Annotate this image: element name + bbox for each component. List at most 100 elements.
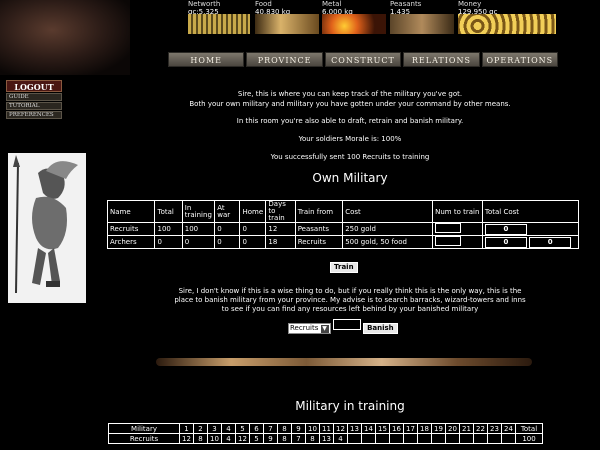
- cell-value: [347, 433, 362, 444]
- morale-text: Your soldiers Morale is: 100%: [298, 135, 402, 143]
- resource-label: Money: [458, 0, 482, 8]
- intro-line-2: Both your own military and military you …: [189, 100, 511, 108]
- cell-value: 8: [193, 433, 208, 444]
- header-cell: 18: [417, 423, 432, 434]
- header-cell: 13: [347, 423, 362, 434]
- cell-home: 0: [239, 222, 267, 236]
- header-cell: 11: [319, 423, 334, 434]
- peasants-icon: [390, 14, 454, 34]
- table-row: Archers 0 0 0 0 18 Recruits 500 gold, 50…: [106, 235, 580, 249]
- gold-coins-icon: [458, 14, 556, 34]
- cell-value: 12: [235, 433, 250, 444]
- own-military-table-wrap: Name Total In training At war Home Days …: [106, 200, 580, 249]
- header-cell: Train from: [294, 200, 344, 223]
- forge-fire-icon: [322, 14, 386, 34]
- header-cell: 9: [291, 423, 306, 434]
- cell-value: [473, 433, 488, 444]
- table-header: Military 1 2 3 4 5 6 7 8 9 10 11 12 13 14 15 16 17 18 19 20…: [108, 423, 543, 434]
- header-cell: Cost: [342, 200, 434, 223]
- cell-cost: 250 gold: [342, 222, 434, 236]
- own-military-title: Own Military: [100, 171, 600, 185]
- header-cell: 23: [487, 423, 502, 434]
- section-title: Military in training: [295, 399, 405, 413]
- header-cell: 8: [277, 423, 292, 434]
- cell-value: 8: [277, 433, 292, 444]
- training-table-wrap: Military 1 2 3 4 5 6 7 8 9 10 11 12 13 14 15 16 17 18 19 20…: [108, 423, 543, 444]
- menu-preferences[interactable]: PREFERENCES: [6, 111, 62, 119]
- side-menu: LOGOUT GUIDE TUTORIAL PREFERENCES: [6, 80, 62, 119]
- banner-artwork: [0, 0, 130, 75]
- resource-label: Peasants: [390, 0, 422, 8]
- header-cell: In training: [181, 200, 216, 223]
- training-title-wrap: Military in training: [100, 399, 600, 413]
- resource-label: Metal: [322, 0, 342, 8]
- nav-construct[interactable]: CONSTRUCT: [324, 52, 402, 67]
- table-row: Recruits 100 100 0 0 12 Peasants 250 gol…: [106, 222, 580, 236]
- num-to-train-input[interactable]: [435, 236, 462, 246]
- nav-province[interactable]: PROVINCE: [246, 52, 323, 67]
- header-cell: 16: [389, 423, 404, 434]
- header-cell: 3: [207, 423, 222, 434]
- train-button[interactable]: Train: [330, 262, 358, 273]
- total-cost-box: 0: [484, 236, 527, 248]
- num-to-train-cell: [432, 222, 483, 236]
- banish-controls: Recruits ▼ Banish: [288, 319, 398, 334]
- cell-name: Recruits: [108, 433, 180, 444]
- banish-unit-value: Recruits: [290, 324, 319, 332]
- banish-line-1: Sire, I don't know if this is a wise thi…: [178, 287, 522, 295]
- nav-home[interactable]: HOME: [168, 52, 245, 67]
- banish-button[interactable]: Banish: [363, 323, 398, 334]
- train-button-wrap: Train: [330, 262, 358, 273]
- header-cell: 19: [431, 423, 446, 434]
- cell-total: 100: [515, 433, 543, 444]
- banish-amount-input[interactable]: [332, 319, 361, 330]
- cell-value: [389, 433, 404, 444]
- cell-total: 0: [154, 235, 183, 249]
- cell-home: 0: [239, 235, 267, 249]
- cell-value: 10: [207, 433, 222, 444]
- resource-networth: Networth gc:5,325: [188, 0, 254, 36]
- resource-peasants: Peasants 1,435: [390, 0, 456, 36]
- warrior-illustration: [8, 153, 86, 303]
- cell-value: [501, 433, 516, 444]
- nav-relations[interactable]: RELATIONS: [403, 52, 480, 67]
- cell-from: Recruits: [294, 235, 344, 249]
- chevron-down-icon: ▼: [320, 325, 329, 333]
- resource-label: Food: [255, 0, 272, 8]
- cell-at-war: 0: [214, 235, 241, 249]
- cell-value: [459, 433, 474, 444]
- cell-value: 4: [221, 433, 236, 444]
- header-cell: 5: [235, 423, 250, 434]
- decorative-divider: [156, 358, 532, 366]
- success-message: You successfully sent 100 Recruits to tr…: [270, 153, 430, 161]
- total-cost-box: 0: [484, 223, 527, 235]
- coins-bars-icon: [188, 14, 250, 34]
- wheat-icon: [255, 14, 319, 34]
- header-cell: 1: [179, 423, 194, 434]
- num-to-train-cell: [432, 235, 483, 249]
- header-cell: Total: [515, 423, 543, 434]
- header-cell: 14: [361, 423, 376, 434]
- menu-tutorial[interactable]: TUTORIAL: [6, 102, 62, 110]
- num-to-train-input[interactable]: [435, 223, 462, 233]
- cell-value: [445, 433, 460, 444]
- nav-operations[interactable]: OPERATIONS: [481, 52, 559, 67]
- cell-name: Archers: [106, 235, 156, 249]
- cell-value: 9: [263, 433, 278, 444]
- resource-label: Networth: [188, 0, 221, 8]
- banish-unit-select[interactable]: Recruits ▼: [288, 323, 331, 334]
- header-cell: Home: [239, 200, 267, 223]
- table-row: Recruits 12 8 10 4 12 5 9 8 7 8 13 4 100: [108, 433, 543, 444]
- banish-line-3: to see if you can find any resources lef…: [221, 305, 479, 313]
- cell-value: [403, 433, 418, 444]
- header-cell: 24: [501, 423, 516, 434]
- header-cell: Military: [108, 423, 180, 434]
- header-cell: 4: [221, 423, 236, 434]
- logout-button[interactable]: LOGOUT: [6, 80, 62, 92]
- cell-value: 5: [249, 433, 264, 444]
- menu-guide[interactable]: GUIDE: [6, 93, 62, 101]
- cell-total: 100: [154, 222, 183, 236]
- cell-days: 18: [265, 235, 296, 249]
- cell-value: 12: [179, 433, 194, 444]
- header-cell: 10: [305, 423, 320, 434]
